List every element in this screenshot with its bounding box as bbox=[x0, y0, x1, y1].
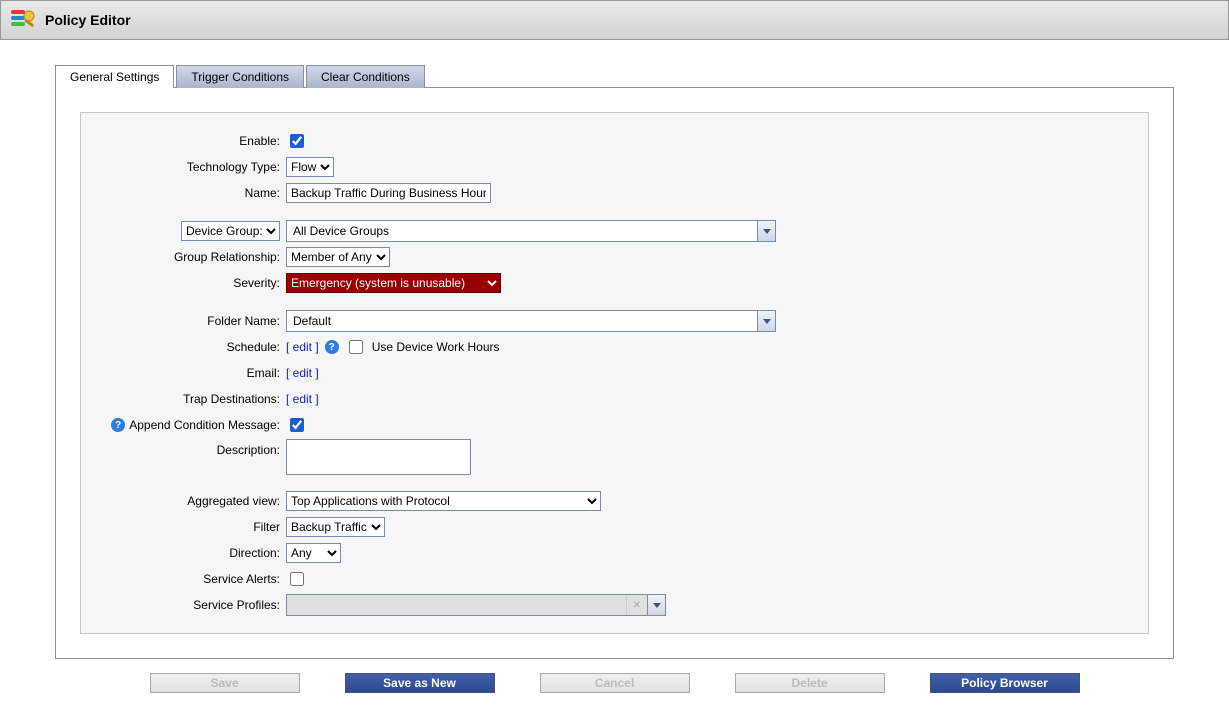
tab-clear-conditions[interactable]: Clear Conditions bbox=[306, 65, 425, 88]
name-label: Name: bbox=[91, 186, 286, 200]
save-button: Save bbox=[150, 673, 300, 693]
chevron-down-icon bbox=[763, 319, 771, 324]
group-relationship-label: Group Relationship: bbox=[91, 250, 286, 264]
device-group-label-select[interactable]: Device Group: bbox=[181, 221, 280, 241]
use-device-work-hours-checkbox[interactable] bbox=[349, 340, 363, 354]
enable-label: Enable: bbox=[91, 134, 286, 148]
trap-edit-link[interactable]: [ edit ] bbox=[286, 392, 319, 406]
filter-label: Filter bbox=[91, 520, 286, 534]
aggregated-view-select[interactable]: Top Applications with Protocol bbox=[286, 491, 601, 511]
folder-name-combo[interactable]: Default bbox=[286, 310, 776, 332]
footer-buttons: Save Save as New Cancel Delete Policy Br… bbox=[55, 659, 1174, 697]
delete-button: Delete bbox=[735, 673, 885, 693]
service-profiles-dropdown-button bbox=[647, 595, 665, 615]
name-input[interactable] bbox=[286, 183, 491, 203]
policy-browser-button[interactable]: Policy Browser bbox=[930, 673, 1080, 693]
technology-type-select[interactable]: Flow bbox=[286, 157, 334, 177]
schedule-edit-link[interactable]: [ edit ] bbox=[286, 340, 319, 354]
save-button-label: Save bbox=[210, 676, 238, 690]
chevron-down-icon bbox=[653, 603, 661, 608]
trap-destinations-label: Trap Destinations: bbox=[91, 392, 286, 406]
use-device-work-hours-label: Use Device Work Hours bbox=[372, 340, 500, 354]
tab-panel: Enable: Technology Type: Flow Name: bbox=[55, 87, 1174, 659]
severity-select[interactable]: Emergency (system is unusable) bbox=[286, 273, 501, 293]
tab-label: Trigger Conditions bbox=[191, 70, 289, 84]
group-relationship-select[interactable]: Member of Any bbox=[286, 247, 390, 267]
save-as-new-button[interactable]: Save as New bbox=[345, 673, 495, 693]
folder-name-value: Default bbox=[287, 311, 757, 331]
tab-trigger-conditions[interactable]: Trigger Conditions bbox=[176, 65, 304, 88]
enable-checkbox[interactable] bbox=[290, 134, 304, 148]
service-alerts-label: Service Alerts: bbox=[91, 572, 286, 586]
help-icon[interactable]: ? bbox=[111, 418, 125, 432]
service-alerts-checkbox[interactable] bbox=[290, 572, 304, 586]
cancel-button: Cancel bbox=[540, 673, 690, 693]
page-title: Policy Editor bbox=[45, 12, 131, 28]
email-edit-link[interactable]: [ edit ] bbox=[286, 366, 319, 380]
direction-label: Direction: bbox=[91, 546, 286, 560]
policy-browser-button-label: Policy Browser bbox=[961, 676, 1048, 690]
device-group-combo[interactable]: All Device Groups bbox=[286, 220, 776, 242]
direction-select[interactable]: Any bbox=[286, 543, 341, 563]
service-profiles-combo: ✕ bbox=[286, 594, 666, 616]
service-profiles-label: Service Profiles: bbox=[91, 598, 286, 612]
save-as-new-button-label: Save as New bbox=[383, 676, 456, 690]
help-icon[interactable]: ? bbox=[325, 340, 339, 354]
tab-label: General Settings bbox=[70, 70, 159, 84]
email-label: Email: bbox=[91, 366, 286, 380]
app-icon bbox=[9, 6, 37, 34]
delete-button-label: Delete bbox=[791, 676, 827, 690]
device-group-value: All Device Groups bbox=[287, 221, 757, 241]
append-condition-checkbox[interactable] bbox=[290, 418, 304, 432]
aggregated-view-label: Aggregated view: bbox=[91, 494, 286, 508]
filter-select[interactable]: Backup Traffic bbox=[286, 517, 385, 537]
description-textarea[interactable] bbox=[286, 439, 471, 475]
tab-label: Clear Conditions bbox=[321, 70, 410, 84]
tab-general-settings[interactable]: General Settings bbox=[55, 65, 174, 88]
clear-icon: ✕ bbox=[626, 595, 647, 615]
device-group-dropdown-button[interactable] bbox=[757, 221, 775, 241]
folder-name-dropdown-button[interactable] bbox=[757, 311, 775, 331]
technology-type-label: Technology Type: bbox=[91, 160, 286, 174]
form-panel: Enable: Technology Type: Flow Name: bbox=[80, 112, 1149, 634]
schedule-label: Schedule: bbox=[91, 340, 286, 354]
cancel-button-label: Cancel bbox=[595, 676, 634, 690]
append-condition-label: Append Condition Message: bbox=[129, 418, 280, 432]
chevron-down-icon bbox=[763, 229, 771, 234]
severity-label: Severity: bbox=[91, 276, 286, 290]
folder-name-label: Folder Name: bbox=[91, 314, 286, 328]
titlebar: Policy Editor bbox=[0, 0, 1229, 40]
service-profiles-value bbox=[287, 595, 626, 615]
tab-strip: General Settings Trigger Conditions Clea… bbox=[55, 65, 1174, 88]
description-label: Description: bbox=[91, 439, 286, 457]
